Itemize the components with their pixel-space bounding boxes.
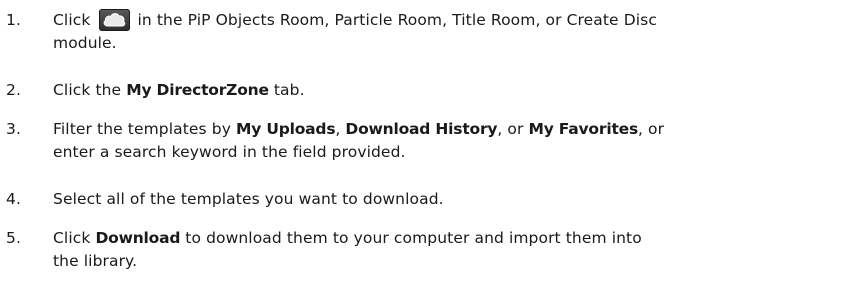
step-number: 3. bbox=[6, 120, 21, 138]
step-text: Click the My DirectorZone tab. bbox=[53, 79, 853, 102]
step-text-segment: enter a search keyword in the field prov… bbox=[53, 143, 406, 161]
step-number: 5. bbox=[6, 229, 21, 247]
step-text-segment: tab. bbox=[268, 81, 305, 99]
ui-term-my-directorzone: My DirectorZone bbox=[126, 81, 269, 99]
step-number: 4. bbox=[6, 190, 21, 208]
step-text-segment: the library. bbox=[53, 252, 138, 270]
step-text-segment: Click bbox=[53, 229, 96, 247]
step-text-segment: Filter the templates by bbox=[53, 120, 236, 138]
step-text-segment: module. bbox=[53, 34, 117, 52]
step-text: Select all of the templates you want to … bbox=[53, 188, 853, 211]
step-number: 1. bbox=[6, 11, 21, 29]
step-number: 2. bbox=[6, 81, 21, 99]
cloud-icon bbox=[99, 9, 131, 31]
ui-term-download-history: Download History bbox=[345, 120, 498, 138]
step-text-segment: Click bbox=[53, 11, 91, 29]
step-text-segment: , or bbox=[497, 120, 529, 138]
step-text-segment: in the PiP Objects Room, Particle Room, … bbox=[137, 11, 657, 29]
step-text-segment: Click the bbox=[53, 81, 127, 99]
ui-term-download: Download bbox=[95, 229, 181, 247]
step-text: Click in the PiP Objects Room, Particle … bbox=[53, 9, 853, 55]
step-text-segment: to download them to your computer and im… bbox=[180, 229, 642, 247]
step-text-segment: , or bbox=[638, 120, 665, 138]
ui-term-my-uploads: My Uploads bbox=[236, 120, 336, 138]
ui-term-my-favorites: My Favorites bbox=[528, 120, 638, 138]
step-text-segment: Select all of the templates you want to … bbox=[53, 190, 444, 208]
step-text: Filter the templates by My Uploads, Down… bbox=[53, 118, 853, 164]
step-text: Click Download to download them to your … bbox=[53, 227, 853, 273]
step-text-segment: , bbox=[335, 120, 346, 138]
